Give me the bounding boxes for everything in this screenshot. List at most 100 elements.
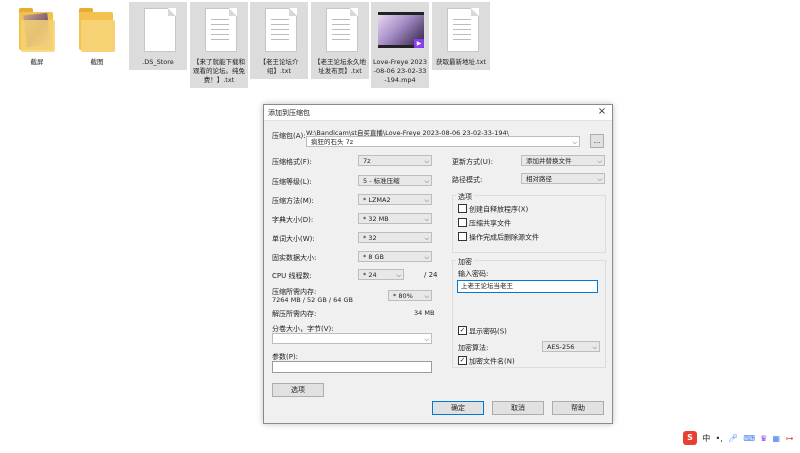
show-password-label: 显示密码(S) [469, 327, 507, 336]
ok-button[interactable]: 确定 [432, 401, 484, 415]
dict-value: * 32 MB [363, 215, 389, 223]
more-icon[interactable]: ⊶ [785, 434, 793, 443]
desktop-item-label: 【老王论坛永久地址发布页】.txt [314, 58, 366, 75]
mem-percent-value: * 80% [393, 292, 413, 300]
text-file-icon [318, 4, 362, 56]
params-input[interactable] [272, 361, 432, 373]
update-select[interactable]: 添加并替换文件 ⌵ [521, 155, 605, 166]
desktop-item-txt-forum-address[interactable]: 【老王论坛永久地址发布页】.txt [311, 2, 369, 79]
desktop-item-label: Love-Freye 2023-08-06 23-02-33-194.mp4 [373, 58, 427, 84]
desktop-item-screenshots-folder[interactable]: 截屏 [8, 2, 66, 70]
chevron-down-icon: ⌵ [592, 344, 597, 351]
toolbox-icon[interactable]: ▦ [773, 434, 781, 443]
path-mode-label: 路径模式: [452, 176, 483, 184]
format-value: 7z [363, 157, 371, 165]
update-label: 更新方式(U): [452, 158, 493, 166]
keyboard-icon[interactable]: ⌨ [743, 434, 755, 443]
encrypt-names-checkbox[interactable]: ✓ 加密文件名(N) [458, 356, 515, 367]
ime-mode-toggle[interactable]: 中 [702, 433, 710, 444]
format-label: 压缩格式(F): [272, 158, 312, 166]
desktop-item-label: 截屏 [30, 58, 44, 66]
level-value: 5 - 标准压缩 [363, 177, 400, 185]
text-file-icon [439, 4, 483, 56]
encrypt-names-label: 加密文件名(N) [469, 357, 515, 366]
mem-percent-select[interactable]: * 80% ⌵ [388, 290, 432, 301]
folder-icon [15, 4, 59, 56]
enc-method-label: 加密算法: [458, 344, 489, 352]
update-value: 添加并替换文件 [526, 157, 572, 165]
chevron-down-icon: ⌵ [597, 176, 602, 183]
sfx-label: 创建自释放程序(X) [469, 205, 529, 214]
checkbox-empty-icon [458, 232, 467, 241]
chevron-down-icon: ⌵ [424, 235, 429, 242]
chevron-down-icon: ⌵ [424, 158, 429, 165]
show-password-checkbox[interactable]: ✓ 显示密码(S) [458, 326, 507, 337]
delete-after-checkbox[interactable]: 操作完成后删除源文件 [458, 232, 539, 243]
ime-toolbar: S 中 •, 🎤︎ ⌨ ♛ ▦ ⊶ [683, 431, 796, 445]
desktop-item-label: 截图 [90, 58, 104, 66]
password-input[interactable]: 上老王论坛当老王 [457, 280, 598, 293]
folder-icon [75, 4, 119, 56]
encryption-group-title: 加密 [456, 257, 474, 267]
desktop-item-ds-store[interactable]: .DS_Store [129, 2, 187, 70]
desktop-item-txt-latest-address[interactable]: 获取最新地址.txt [432, 2, 490, 70]
path-mode-value: 相对路径 [526, 175, 552, 183]
cpu-value: * 24 [363, 271, 377, 279]
delete-after-label: 操作完成后删除源文件 [469, 233, 539, 242]
desktop-item-video-mp4[interactable]: ▶ Love-Freye 2023-08-06 23-02-33-194.mp4 [371, 2, 429, 88]
desktop-item-capture-folder[interactable]: 截图 [68, 2, 126, 70]
dict-label: 字典大小(D): [272, 216, 314, 224]
skin-icon[interactable]: ♛ [760, 434, 767, 443]
chevron-down-icon: ⌵ [396, 272, 401, 279]
chevron-down-icon: ⌵ [424, 178, 429, 185]
cpu-total: / 24 [424, 271, 438, 279]
chevron-down-icon: ⌵ [424, 197, 429, 204]
desktop-item-label: 【来了就能下载和观看的论坛。纯免费！】.txt [193, 58, 245, 84]
dialog-titlebar[interactable]: 添加到压缩包 × [264, 105, 612, 121]
help-button[interactable]: 帮助 [552, 401, 604, 415]
method-value: * LZMA2 [363, 196, 391, 204]
chevron-down-icon: ⌵ [597, 158, 602, 165]
sogou-ime-icon[interactable]: S [683, 431, 697, 445]
word-select[interactable]: * 32 ⌵ [358, 232, 432, 243]
options-group-title: 选项 [456, 192, 474, 202]
cpu-label: CPU 线程数: [272, 272, 312, 280]
format-select[interactable]: 7z ⌵ [358, 155, 432, 166]
desktop-item-txt-free-forum[interactable]: 【来了就能下载和观看的论坛。纯免费！】.txt [190, 2, 248, 88]
add-to-archive-dialog: 添加到压缩包 × 压缩包(A): W:\Bandicam\st自买直播\Love… [263, 104, 613, 424]
microphone-icon[interactable]: 🎤︎ [728, 434, 738, 443]
sfx-checkbox[interactable]: 创建自释放程序(X) [458, 204, 529, 215]
chevron-down-icon: ⌵ [424, 216, 429, 223]
checkbox-checked-icon: ✓ [458, 356, 467, 365]
decomp-value: 34 MB [414, 309, 435, 317]
checkbox-empty-icon [458, 204, 467, 213]
chevron-down-icon: ⌵ [424, 254, 429, 261]
shared-files-label: 压缩共享文件 [469, 219, 511, 228]
archive-name-combo[interactable]: 疯狂的石头 7z ⌵ [306, 136, 580, 147]
checkbox-empty-icon [458, 218, 467, 227]
browse-button[interactable]: ... [590, 134, 604, 148]
cancel-button[interactable]: 取消 [492, 401, 544, 415]
enc-method-value: AES-256 [547, 343, 575, 351]
desktop-item-txt-forum-intro[interactable]: 【老王论坛介绍】.txt [250, 2, 308, 79]
enc-method-select[interactable]: AES-256 ⌵ [542, 341, 600, 352]
desktop-item-label: 获取最新地址.txt [435, 58, 486, 66]
close-icon[interactable]: × [596, 106, 608, 118]
document-icon [136, 4, 180, 56]
solid-label: 固实数据大小: [272, 254, 317, 262]
path-mode-select[interactable]: 相对路径 ⌵ [521, 173, 605, 184]
cpu-select[interactable]: * 24 ⌵ [358, 269, 404, 280]
level-select[interactable]: 5 - 标准压缩 ⌵ [358, 175, 432, 186]
options-button[interactable]: 选项 [272, 383, 324, 397]
method-select[interactable]: * LZMA2 ⌵ [358, 194, 432, 205]
checkbox-checked-icon: ✓ [458, 326, 467, 335]
split-select[interactable]: ⌵ [272, 333, 432, 344]
solid-select[interactable]: * 8 GB ⌵ [358, 251, 432, 262]
punctuation-toggle[interactable]: •, [715, 434, 722, 443]
dialog-title: 添加到压缩包 [268, 109, 310, 117]
dict-select[interactable]: * 32 MB ⌵ [358, 213, 432, 224]
chevron-down-icon: ⌵ [424, 293, 429, 300]
text-file-icon [197, 4, 241, 56]
shared-files-checkbox[interactable]: 压缩共享文件 [458, 218, 511, 229]
mem-detail: 7264 MB / 52 GB / 64 GB [272, 296, 353, 304]
